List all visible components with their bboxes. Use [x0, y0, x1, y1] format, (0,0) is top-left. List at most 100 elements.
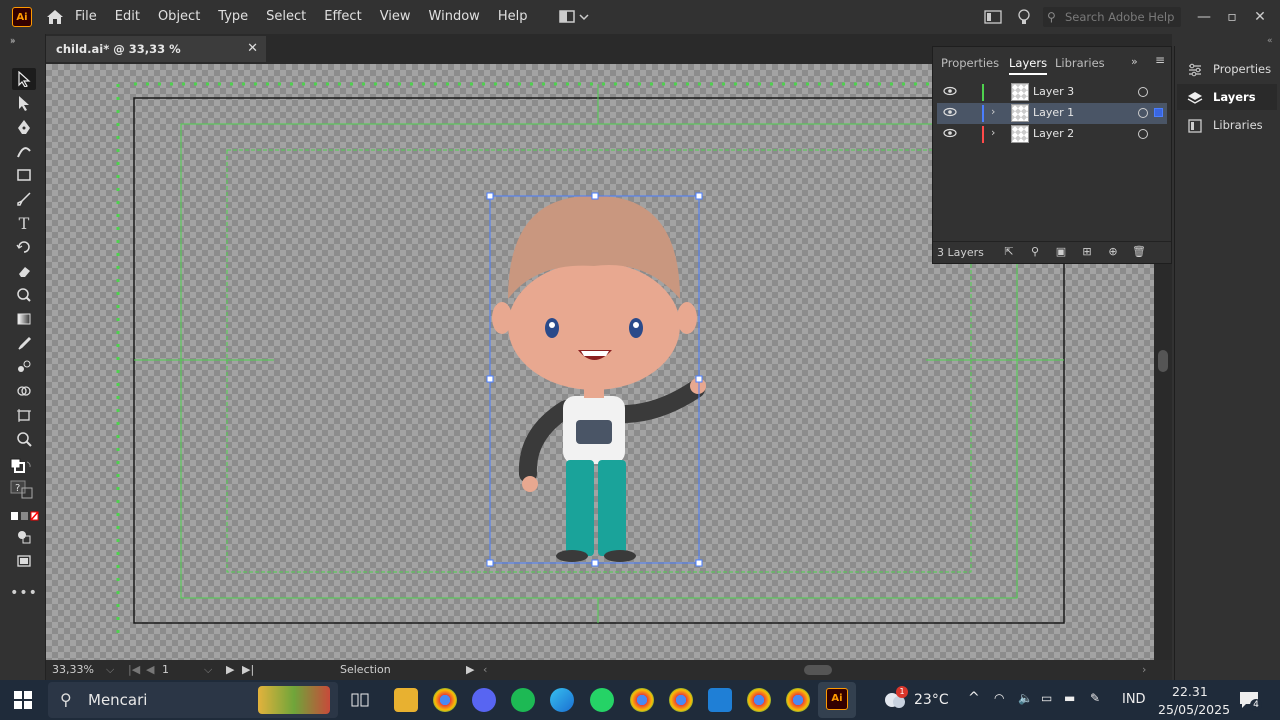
- eraser-tool[interactable]: [12, 260, 36, 282]
- menu-view[interactable]: View: [371, 0, 420, 34]
- zoom-level[interactable]: 33,33%: [52, 663, 94, 676]
- current-tool-status[interactable]: Selection: [340, 663, 391, 676]
- trash-icon[interactable]: 🗑: [1131, 245, 1147, 259]
- visibility-eye-icon[interactable]: [943, 127, 957, 141]
- layer-name[interactable]: Layer 3: [1033, 85, 1074, 98]
- layer-target-icon[interactable]: [1138, 87, 1148, 97]
- dock-properties[interactable]: Properties: [1177, 56, 1277, 82]
- warp-tool[interactable]: [12, 284, 36, 306]
- minimize-button[interactable]: —: [1193, 6, 1215, 28]
- hscroll-left-icon[interactable]: ‹: [483, 663, 487, 676]
- chrome-icon[interactable]: [433, 688, 457, 712]
- new-sublayer-icon[interactable]: ⊞: [1079, 245, 1095, 259]
- scrollbar-thumb[interactable]: [1158, 350, 1168, 372]
- shape-builder-tool[interactable]: [12, 380, 36, 402]
- pen-tool[interactable]: [12, 116, 36, 138]
- task-view-icon[interactable]: [350, 690, 370, 710]
- menu-edit[interactable]: Edit: [106, 0, 149, 34]
- chrome-profile-2-icon[interactable]: [669, 688, 693, 712]
- hscroll-right-icon[interactable]: ›: [1142, 663, 1146, 676]
- selected-art-indicator[interactable]: [1154, 108, 1163, 117]
- network-icon[interactable]: ◠: [994, 691, 1004, 705]
- zoom-tool[interactable]: [12, 428, 36, 450]
- chrome-profile-icon[interactable]: [630, 688, 654, 712]
- expand-chevron-icon[interactable]: ›: [991, 126, 995, 139]
- layer-target-icon[interactable]: [1138, 108, 1148, 118]
- direct-selection-tool[interactable]: [12, 92, 36, 114]
- tab-properties[interactable]: Properties: [941, 51, 999, 75]
- weather-temp[interactable]: 23°C: [914, 692, 949, 708]
- chrome-profile-4-icon[interactable]: [786, 688, 810, 712]
- close-document-icon[interactable]: ✕: [247, 36, 258, 62]
- prev-artboard-icon[interactable]: ◀: [146, 663, 154, 676]
- new-layer-icon[interactable]: ⊕: [1105, 245, 1121, 259]
- document-tab[interactable]: child.ai* @ 33,33 % (RGB/Preview) ✕: [46, 36, 266, 82]
- artboard-dropdown-icon[interactable]: ⌵: [204, 663, 212, 677]
- eyedropper-tool[interactable]: [12, 332, 36, 354]
- curvature-tool[interactable]: [12, 140, 36, 162]
- edge-icon[interactable]: [550, 688, 574, 712]
- layer-row-1[interactable]: › Layer 1: [937, 103, 1167, 124]
- dock-libraries[interactable]: Libraries: [1177, 112, 1277, 138]
- dock-layers[interactable]: Layers: [1177, 84, 1277, 110]
- pen-icon[interactable]: ✎: [1090, 691, 1100, 705]
- fill-stroke-swatch-icon[interactable]: [10, 458, 31, 473]
- layer-name[interactable]: Layer 2: [1033, 127, 1074, 140]
- default-colors-icon[interactable]: ?: [10, 480, 34, 499]
- draw-mode-icon[interactable]: [12, 526, 36, 548]
- screen-mode-icon[interactable]: [984, 9, 1002, 25]
- gradient-tool[interactable]: [12, 308, 36, 330]
- weather-icon[interactable]: 1: [882, 686, 908, 712]
- zoom-dropdown-icon[interactable]: ⌵: [106, 663, 114, 677]
- locate-object-icon[interactable]: ⚲: [1027, 245, 1043, 259]
- meet-now-icon[interactable]: ▭: [1041, 691, 1052, 705]
- layer-target-icon[interactable]: [1138, 129, 1148, 139]
- clock-time[interactable]: 22.31: [1172, 684, 1208, 699]
- tab-libraries[interactable]: Libraries: [1055, 51, 1105, 75]
- file-explorer-icon[interactable]: [394, 688, 418, 712]
- arrange-documents-icon[interactable]: [558, 7, 589, 27]
- type-tool[interactable]: T: [12, 212, 36, 234]
- panel-menu-icon[interactable]: ≡: [1155, 53, 1165, 67]
- tab-layers[interactable]: Layers: [1009, 51, 1048, 75]
- artboard-number[interactable]: 1: [162, 663, 169, 676]
- menu-window[interactable]: Window: [420, 0, 489, 34]
- collapse-left-icon[interactable]: »: [10, 37, 16, 47]
- more-tools-icon[interactable]: •••: [10, 582, 37, 604]
- discord-icon[interactable]: [472, 688, 496, 712]
- battery-icon[interactable]: ▬: [1064, 691, 1075, 705]
- spotify-icon[interactable]: [511, 688, 535, 712]
- selection-tool[interactable]: [12, 68, 36, 90]
- visibility-eye-icon[interactable]: [943, 106, 957, 120]
- clipping-mask-icon[interactable]: ▣: [1053, 245, 1069, 259]
- illustrator-taskbar-active[interactable]: Ai: [818, 682, 856, 718]
- menu-help[interactable]: Help: [489, 0, 537, 34]
- color-mode-icon[interactable]: [10, 510, 40, 522]
- visibility-eye-icon[interactable]: [943, 85, 957, 99]
- dock-collapse-icon[interactable]: «: [1267, 36, 1273, 46]
- layer-name[interactable]: Layer 1: [1033, 106, 1074, 119]
- help-search-input[interactable]: ⚲ Search Adobe Help: [1043, 7, 1181, 27]
- horizontal-scrollbar-thumb[interactable]: [804, 665, 832, 675]
- panel-collapse-icon[interactable]: »: [1131, 55, 1138, 68]
- menu-effect[interactable]: Effect: [315, 0, 370, 34]
- whatsapp-icon[interactable]: [590, 688, 614, 712]
- language-indicator[interactable]: IND: [1122, 692, 1146, 707]
- last-artboard-icon[interactable]: ▶|: [242, 663, 254, 676]
- rectangle-tool[interactable]: [12, 164, 36, 186]
- collect-export-icon[interactable]: ⇱: [1001, 245, 1017, 259]
- screen-mode-tool-icon[interactable]: [12, 550, 36, 572]
- expand-chevron-icon[interactable]: ›: [991, 105, 995, 118]
- clock-date[interactable]: 25/05/2025: [1158, 702, 1230, 717]
- artboard-tool[interactable]: [12, 404, 36, 426]
- layer-row-3[interactable]: Layer 3: [937, 82, 1167, 103]
- volume-icon[interactable]: 🔈: [1018, 691, 1033, 705]
- menu-object[interactable]: Object: [149, 0, 209, 34]
- close-window-button[interactable]: ✕: [1249, 6, 1271, 28]
- first-artboard-icon[interactable]: |◀: [128, 663, 140, 676]
- windows-start-icon[interactable]: [14, 691, 32, 709]
- chrome-profile-3-icon[interactable]: [747, 688, 771, 712]
- notification-center-icon[interactable]: 4: [1238, 690, 1262, 711]
- lightbulb-icon[interactable]: [1016, 8, 1032, 26]
- rotate-tool[interactable]: [12, 236, 36, 258]
